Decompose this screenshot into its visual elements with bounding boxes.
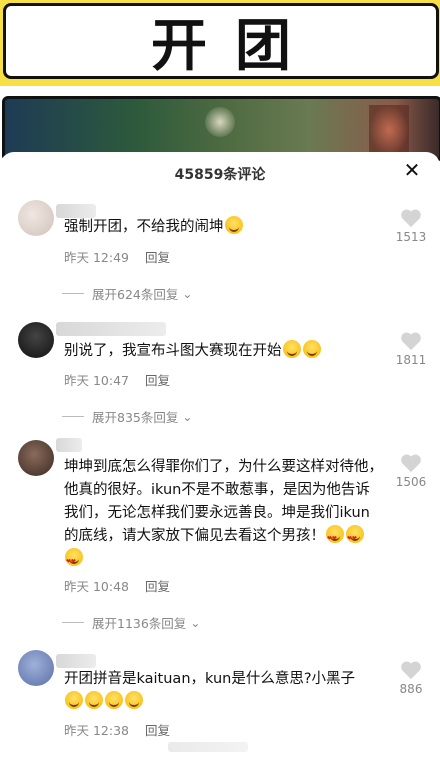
like-button[interactable]: 1513 <box>394 208 428 244</box>
smiling-emoji <box>85 691 103 709</box>
like-button[interactable]: 886 <box>394 660 428 696</box>
comment-text-content: 强制开团，不给我的闹坤 <box>64 219 224 235</box>
comment-count-title: 45859条评论 <box>174 167 266 183</box>
like-count: 886 <box>399 682 423 696</box>
video-area <box>0 86 440 162</box>
username-blurred[interactable] <box>56 322 166 336</box>
divider-dash <box>62 622 84 623</box>
heart-icon <box>401 209 421 228</box>
avatar[interactable] <box>18 200 54 236</box>
heart-eyes-emoji <box>346 525 364 550</box>
comment-time: 昨天 12:49 <box>64 250 129 265</box>
comment-meta: 昨天 10:47 回复 <box>64 370 170 389</box>
comment-time: 昨天 10:47 <box>64 373 129 388</box>
expand-replies[interactable]: 展开624条回复 ⌄ <box>62 284 192 303</box>
comment-text: 坤坤到底怎么得罪你们了，为什么要这样对待他，他真的很好。ikun不是不敢惹事，是… <box>64 456 384 573</box>
expand-label: 展开624条回复 <box>92 287 179 302</box>
like-count: 1811 <box>395 353 427 367</box>
reply-button[interactable]: 回复 <box>145 579 170 594</box>
comment-meta: 昨天 10:48 回复 <box>64 576 170 595</box>
like-button[interactable]: 1811 <box>394 331 428 367</box>
expand-replies[interactable]: 展开1136条回复 ⌄ <box>62 613 200 632</box>
heart-icon <box>401 454 421 473</box>
title-banner: 开团 <box>0 0 440 86</box>
banner-title: 开团 <box>151 13 319 79</box>
divider-dash <box>62 293 84 294</box>
title-box: 开团 <box>3 3 439 79</box>
avatar[interactable] <box>18 650 54 686</box>
heart-icon <box>401 332 421 351</box>
smiling-emoji <box>65 691 83 709</box>
grinning-sweat-emoji <box>224 216 243 234</box>
like-count: 1513 <box>395 230 427 244</box>
comment-time: 昨天 10:48 <box>64 579 129 594</box>
comment-text-content: 别说了，我宣布斗图大赛现在开始 <box>64 343 282 359</box>
like-button[interactable]: 1506 <box>394 453 428 489</box>
comment-meta: 昨天 12:49 回复 <box>64 247 170 266</box>
expand-label: 展开1136条回复 <box>92 616 187 631</box>
username-blurred[interactable] <box>56 654 96 668</box>
like-count: 1506 <box>395 475 427 489</box>
heart-eyes-emoji <box>326 525 344 550</box>
grinning-sweat-emoji <box>282 340 301 358</box>
reply-button[interactable]: 回复 <box>145 250 170 265</box>
chevron-down-icon: ⌄ <box>190 615 201 630</box>
comment-meta: 昨天 12:38 回复 <box>64 720 170 739</box>
watermark-blurred <box>168 742 248 752</box>
comment-text-content: 开团拼音是kaituan，kun是什么意思?小黑子 <box>64 671 356 687</box>
chevron-down-icon: ⌄ <box>182 409 193 424</box>
grinning-sweat-emoji <box>302 340 321 358</box>
smiling-emoji <box>105 691 123 709</box>
game-character <box>369 105 409 155</box>
comment-text: 开团拼音是kaituan，kun是什么意思?小黑子 <box>64 668 384 714</box>
reply-button[interactable]: 回复 <box>145 373 170 388</box>
avatar[interactable] <box>18 440 54 476</box>
expand-replies[interactable]: 展开835条回复 ⌄ <box>62 407 192 426</box>
username-blurred[interactable] <box>56 438 82 452</box>
close-icon[interactable]: ✕ <box>402 160 422 180</box>
reply-button[interactable]: 回复 <box>145 723 170 738</box>
comment-text: 强制开团，不给我的闹坤 <box>64 216 384 239</box>
divider-dash <box>62 416 84 417</box>
comment-text: 别说了，我宣布斗图大赛现在开始 <box>64 340 384 363</box>
avatar[interactable] <box>18 322 54 358</box>
comment-time: 昨天 12:38 <box>64 723 129 738</box>
expand-label: 展开835条回复 <box>92 410 179 425</box>
heart-icon <box>401 661 421 680</box>
smiling-emoji <box>125 691 143 709</box>
chevron-down-icon: ⌄ <box>182 286 193 301</box>
heart-eyes-emoji <box>65 548 83 573</box>
game-scene-light <box>205 107 235 137</box>
